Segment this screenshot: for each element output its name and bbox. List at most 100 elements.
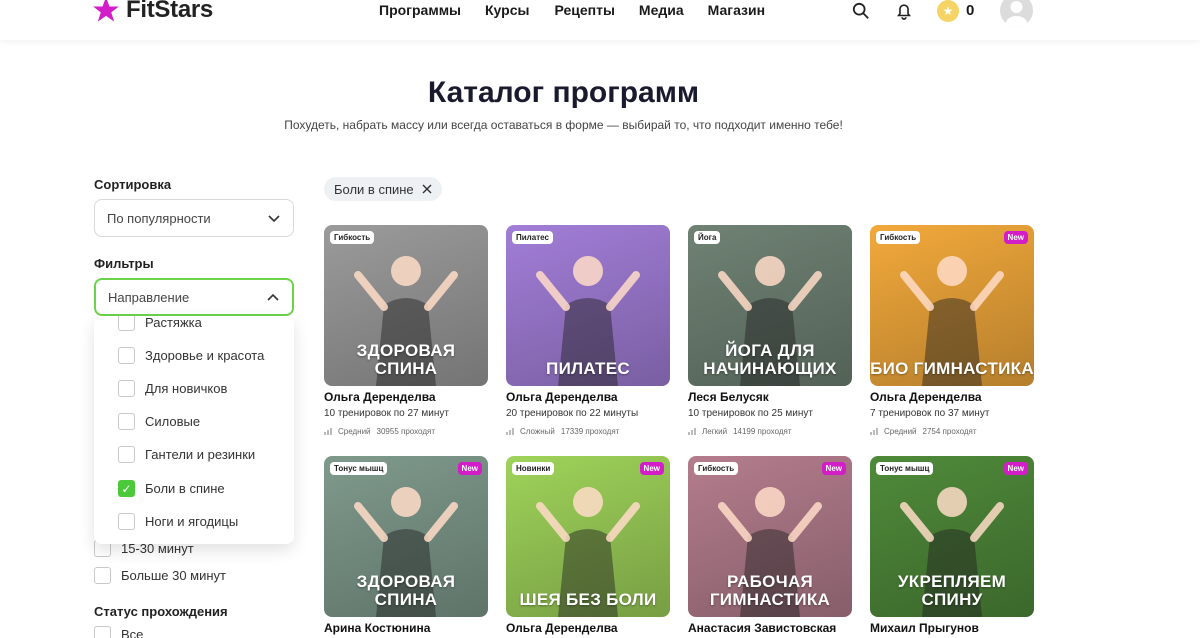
coach-name[interactable]: Анастасия Завистовская: [688, 621, 852, 635]
difficulty-level: Сложный: [520, 427, 555, 436]
coach-name[interactable]: Леся Белусяк: [688, 390, 852, 404]
coach-name[interactable]: Ольга Деренделва: [324, 390, 488, 404]
program-meta: 7 тренировок по 37 минут: [870, 408, 990, 419]
main-nav: Программы Курсы Рецепты Медиа Магазин: [379, 2, 789, 18]
direction-select[interactable]: Направление: [94, 278, 294, 316]
category-tag: Йога: [694, 231, 721, 244]
program-card[interactable]: Тонус мышц New УКРЕПЛЯЕМ СПИНУ Михаил Прыгу…: [870, 456, 1034, 635]
chip-label: Боли в спине: [334, 181, 414, 197]
active-filter-chip[interactable]: Боли в спине: [324, 177, 442, 201]
participants-count: 17339 проходят: [560, 427, 620, 436]
checkbox[interactable]: [118, 380, 135, 397]
difficulty-bars-icon: [506, 428, 514, 435]
program-title-overlay: ЗДОРОВАЯ СПИНА: [356, 572, 456, 609]
program-thumbnail[interactable]: Йога ЙОГА ДЛЯ НАЧИНАЮЩИХ: [688, 225, 852, 386]
difficulty-bars-icon: [688, 428, 696, 435]
program-card[interactable]: Гибкость ЗДОРОВАЯ СПИНА Ольга Деренделва 10…: [324, 225, 488, 436]
coach-name[interactable]: Ольга Деренделва: [506, 390, 670, 404]
category-tag: Пилатес: [512, 231, 553, 244]
direction-option[interactable]: ✓ Боли в спине: [118, 480, 225, 497]
duration-option[interactable]: Больше 30 минут: [94, 567, 226, 584]
program-meta: 20 тренировок по 22 минуты: [506, 408, 639, 419]
status-label: Статус прохождения: [94, 604, 228, 619]
star-coin-icon[interactable]: ★: [937, 0, 959, 22]
category-tag: Гибкость: [876, 231, 921, 244]
logo-text: FitStars: [126, 0, 213, 23]
program-card[interactable]: Гибкость New РАБОЧАЯ ГИМНАСТИКА Анастасия З…: [688, 456, 852, 635]
difficulty-level: Легкий: [702, 427, 728, 436]
category-tag: Тонус мышц: [330, 462, 388, 475]
category-tag: Гибкость: [694, 462, 739, 475]
program-title-overlay: ШЕЯ БЕЗ БОЛИ: [519, 590, 657, 609]
checkbox[interactable]: [118, 316, 135, 331]
search-icon[interactable]: [852, 2, 870, 20]
nav-media[interactable]: Медиа: [639, 2, 684, 18]
category-tag: Гибкость: [330, 231, 375, 244]
avatar[interactable]: [1000, 0, 1033, 27]
coach-name[interactable]: Михаил Прыгунов: [870, 621, 1034, 635]
direction-option[interactable]: Ноги и ягодицы: [118, 513, 238, 530]
star-logo-icon: [93, 0, 119, 22]
direction-option[interactable]: Гантели и резинки: [118, 446, 255, 463]
new-badge: New: [1003, 462, 1028, 475]
chevron-down-icon: [268, 215, 280, 223]
difficulty-bars-icon: [324, 428, 332, 435]
program-card[interactable]: Пилатес ПИЛАТЕС Ольга Деренделва 20 трениро…: [506, 225, 670, 436]
coach-name[interactable]: Ольга Деренделва: [870, 390, 1034, 404]
program-card[interactable]: Тонус мышц New ЗДОРОВАЯ СПИНА Арина Костюни…: [324, 456, 488, 635]
logo[interactable]: FitStars: [92, 0, 213, 24]
program-thumbnail[interactable]: Пилатес ПИЛАТЕС: [506, 225, 670, 386]
program-thumbnail[interactable]: Новинки New ШЕЯ БЕЗ БОЛИ: [506, 456, 670, 617]
checkbox[interactable]: [94, 567, 111, 584]
program-title-overlay: ПИЛАТЕС: [546, 359, 630, 378]
close-icon[interactable]: [422, 184, 432, 194]
direction-value: Направление: [108, 289, 190, 305]
program-meta: 10 тренировок по 25 минут: [688, 408, 813, 419]
direction-option[interactable]: Для новичков: [118, 380, 227, 397]
checkbox[interactable]: [118, 513, 135, 530]
status-option[interactable]: Все: [94, 626, 143, 638]
checkbox[interactable]: [118, 347, 135, 364]
program-thumbnail[interactable]: Тонус мышц New ЗДОРОВАЯ СПИНА: [324, 456, 488, 617]
user-icon: [1005, 1, 1028, 27]
filters-label: Фильтры: [94, 256, 154, 271]
page-subtitle: Похудеть, набрать массу или всегда остав…: [284, 118, 843, 132]
program-stats: Сложный 17339 проходят: [506, 427, 670, 436]
coach-name[interactable]: Ольга Деренделва: [506, 621, 670, 635]
difficulty-level: Средний: [338, 427, 371, 436]
program-meta: 10 тренировок по 27 минут: [324, 408, 449, 419]
participants-count: 14199 проходят: [733, 427, 792, 436]
direction-option[interactable]: Здоровье и красота: [118, 347, 264, 364]
sort-select[interactable]: По популярности: [94, 199, 294, 237]
checkbox-checked[interactable]: ✓: [118, 480, 135, 497]
nav-courses[interactable]: Курсы: [485, 2, 529, 18]
program-card[interactable]: Гибкость New БИО ГИМНАСТИКА Ольга Деренделв…: [870, 225, 1034, 436]
program-card[interactable]: Новинки New ШЕЯ БЕЗ БОЛИ Ольга Деренделва: [506, 456, 670, 635]
checkbox[interactable]: [118, 446, 135, 463]
coach-name[interactable]: Арина Костюнина: [324, 621, 488, 635]
new-badge: New: [457, 462, 482, 475]
program-card[interactable]: Йога ЙОГА ДЛЯ НАЧИНАЮЩИХ Леся Белусяк 10 тр…: [688, 225, 852, 436]
participants-count: 2754 проходят: [922, 427, 977, 436]
bell-icon[interactable]: [895, 2, 913, 20]
direction-option[interactable]: Силовые: [118, 413, 200, 430]
program-title-overlay: ЙОГА ДЛЯ НАЧИНАЮЩИХ: [703, 341, 837, 378]
program-stats: Средний 30955 проходят: [324, 427, 488, 436]
nav-shop[interactable]: Магазин: [708, 2, 765, 18]
new-badge: New: [1003, 231, 1028, 244]
program-stats: Легкий 14199 проходят: [688, 427, 852, 436]
chevron-up-icon: [267, 293, 279, 301]
program-thumbnail[interactable]: Гибкость ЗДОРОВАЯ СПИНА: [324, 225, 488, 386]
program-thumbnail[interactable]: Гибкость New БИО ГИМНАСТИКА: [870, 225, 1034, 386]
nav-programs[interactable]: Программы: [379, 2, 461, 18]
program-title-overlay: ЗДОРОВАЯ СПИНА: [356, 341, 456, 378]
site-header: FitStars Программы Курсы Рецепты Медиа М…: [0, 0, 1200, 40]
checkbox[interactable]: [94, 626, 111, 638]
nav-recipes[interactable]: Рецепты: [554, 2, 614, 18]
direction-dropdown: Растяжка Здоровье и красота Для новичков…: [94, 316, 294, 544]
checkbox[interactable]: [118, 413, 135, 430]
program-thumbnail[interactable]: Тонус мышц New УКРЕПЛЯЕМ СПИНУ: [870, 456, 1034, 617]
direction-option[interactable]: Растяжка: [118, 316, 202, 331]
program-thumbnail[interactable]: Гибкость New РАБОЧАЯ ГИМНАСТИКА: [688, 456, 852, 617]
category-tag: Новинки: [512, 462, 555, 475]
